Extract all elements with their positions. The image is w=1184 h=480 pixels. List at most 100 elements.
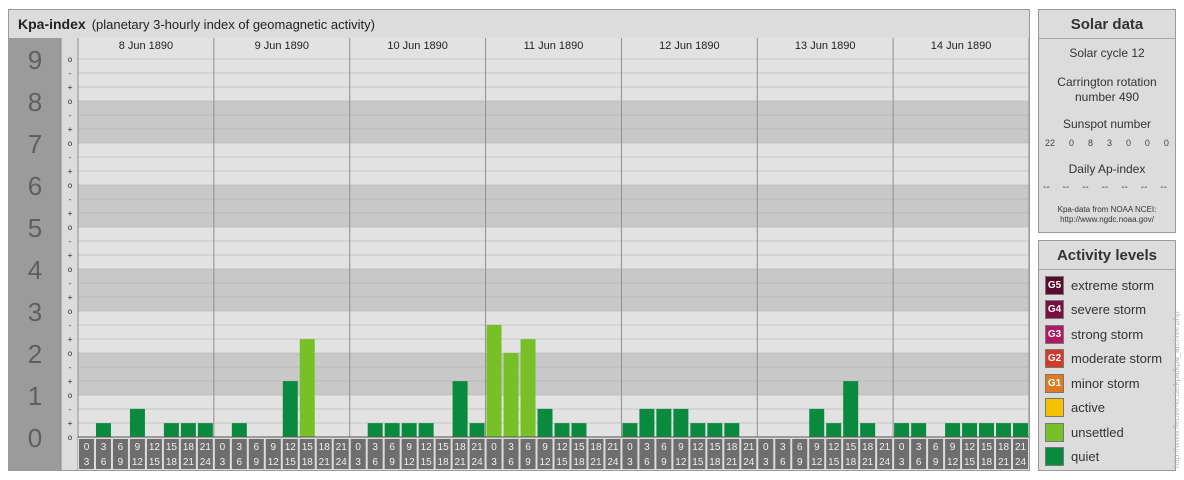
kpa-bar-chart: 0123456789o+-o+-o+-o+-o+-o+-o+-o+-o+-o8 … [9, 38, 1029, 470]
y-subtick-label: o [68, 307, 73, 316]
solar-data-panel: Solar data Solar cycle 12 Carrington rot… [1038, 9, 1176, 233]
y-subtick-label: o [68, 55, 73, 64]
interval-end-label: 9 [797, 457, 803, 468]
level-extreme-storm: G5 extreme storm [1045, 275, 1154, 295]
kp-bar [452, 381, 468, 437]
ap-value: -- [1121, 182, 1128, 193]
kp-bar [673, 408, 689, 437]
interval-end-label: 18 [166, 457, 178, 468]
interval-start-label: 12 [828, 442, 840, 453]
interval-end-label: 24 [879, 457, 891, 468]
day-label: 10 Jun 1890 [387, 40, 448, 52]
interval-end-label: 9 [389, 457, 395, 468]
level-severe-storm: G4 severe storm [1045, 299, 1146, 319]
kp-bar [503, 353, 519, 437]
interval-end-label: 6 [508, 457, 514, 468]
interval-start-label: 15 [302, 442, 314, 453]
interval-end-label: 24 [743, 457, 755, 468]
interval-start-label: 0 [763, 442, 769, 453]
level-label: moderate storm [1071, 350, 1163, 366]
level-minor-storm: G1 minor storm [1045, 373, 1140, 393]
interval-end-label: 24 [200, 457, 212, 468]
ap-value: -- [1160, 182, 1167, 193]
ap-label: Daily Ap-index [1068, 162, 1146, 176]
y-tick-label: 1 [28, 381, 42, 411]
level-label: quiet [1071, 448, 1100, 464]
interval-start-label: 6 [389, 442, 395, 453]
y-subtick-label: o [68, 97, 73, 106]
sunspot-value: 0 [1144, 138, 1150, 148]
interval-end-label: 24 [607, 457, 619, 468]
solar-data-title: Solar data [1070, 16, 1144, 33]
interval-start-label: 18 [862, 442, 874, 453]
kp-bar [656, 408, 672, 437]
interval-end-label: 12 [675, 457, 687, 468]
y-tick-label: 0 [28, 423, 42, 453]
interval-end-label: 21 [998, 457, 1010, 468]
interval-start-label: 21 [607, 442, 619, 453]
level-swatch: G1 [1045, 373, 1064, 393]
interval-end-label: 12 [404, 457, 416, 468]
interval-start-label: 21 [743, 442, 755, 453]
day-label: 12 Jun 1890 [659, 40, 720, 52]
solar-cycle: Solar cycle 12 [1069, 46, 1145, 60]
interval-end-label: 3 [491, 457, 497, 468]
interval-start-label: 12 [692, 442, 704, 453]
ap-value: -- [1043, 182, 1050, 193]
level-moderate-storm: G2 moderate storm [1045, 348, 1162, 368]
interval-start-label: 12 [556, 442, 568, 453]
interval-end-label: 18 [438, 457, 450, 468]
activity-levels-panel: Activity levels G5 extreme storm G4 seve… [1038, 240, 1176, 471]
interval-start-label: 12 [421, 442, 433, 453]
kp-bar [384, 423, 400, 437]
sunspot-values: 22 0 8 3 0 0 0 [1045, 138, 1169, 148]
y-subtick-label: + [68, 251, 73, 260]
interval-start-label: 3 [372, 442, 378, 453]
level-swatch: G4 [1045, 299, 1064, 319]
watermark-url: http://www.fleuve-kr.de/kpa/kpa_archive.… [1172, 311, 1181, 468]
interval-end-label: 9 [525, 457, 531, 468]
ap-value: -- [1140, 182, 1148, 193]
carrington-line1: Carrington rotation [1057, 75, 1157, 89]
interval-start-label: 12 [964, 442, 976, 453]
interval-end-label: 12 [811, 457, 823, 468]
level-label: extreme storm [1071, 277, 1155, 293]
interval-start-label: 0 [899, 442, 905, 453]
level-label: severe storm [1071, 301, 1147, 317]
kp-level-band [78, 353, 1029, 395]
kp-bar [401, 423, 417, 437]
interval-end-label: 21 [455, 457, 467, 468]
interval-start-label: 9 [950, 442, 956, 453]
interval-start-label: 6 [661, 442, 667, 453]
interval-end-label: 6 [916, 457, 922, 468]
interval-end-label: 9 [661, 457, 667, 468]
kp-bar [299, 339, 315, 437]
interval-end-label: 6 [372, 457, 378, 468]
interval-end-label: 9 [118, 457, 124, 468]
kp-bar [367, 423, 383, 437]
kp-bar [231, 423, 247, 437]
interval-start-label: 15 [845, 442, 857, 453]
level-label: active [1071, 399, 1105, 415]
chart-subtitle: (planetary 3-hourly index of geomagnetic… [91, 17, 375, 32]
interval-start-label: 21 [336, 442, 348, 453]
level-swatch [1045, 422, 1064, 442]
y-subtick-label: + [68, 167, 73, 176]
interval-end-label: 6 [644, 457, 650, 468]
kp-level-band [78, 395, 1029, 437]
y-tick-label: 2 [28, 339, 42, 369]
interval-end-label: 21 [726, 457, 738, 468]
sunspot-value: 3 [1106, 138, 1112, 148]
interval-end-label: 15 [285, 457, 297, 468]
kp-bar [707, 423, 723, 437]
ap-value: -- [1082, 182, 1089, 193]
kp-bar [520, 339, 536, 437]
y-subtick-label: - [68, 363, 73, 372]
ap-values: -- -- -- -- -- -- -- [1043, 182, 1167, 193]
interval-start-label: 21 [879, 442, 891, 453]
interval-start-label: 15 [981, 442, 993, 453]
carrington-line2: number 490 [1074, 90, 1140, 104]
y-subtick-label: o [68, 139, 73, 148]
interval-start-label: 12 [149, 442, 161, 453]
y-subtick-label: + [68, 293, 73, 302]
